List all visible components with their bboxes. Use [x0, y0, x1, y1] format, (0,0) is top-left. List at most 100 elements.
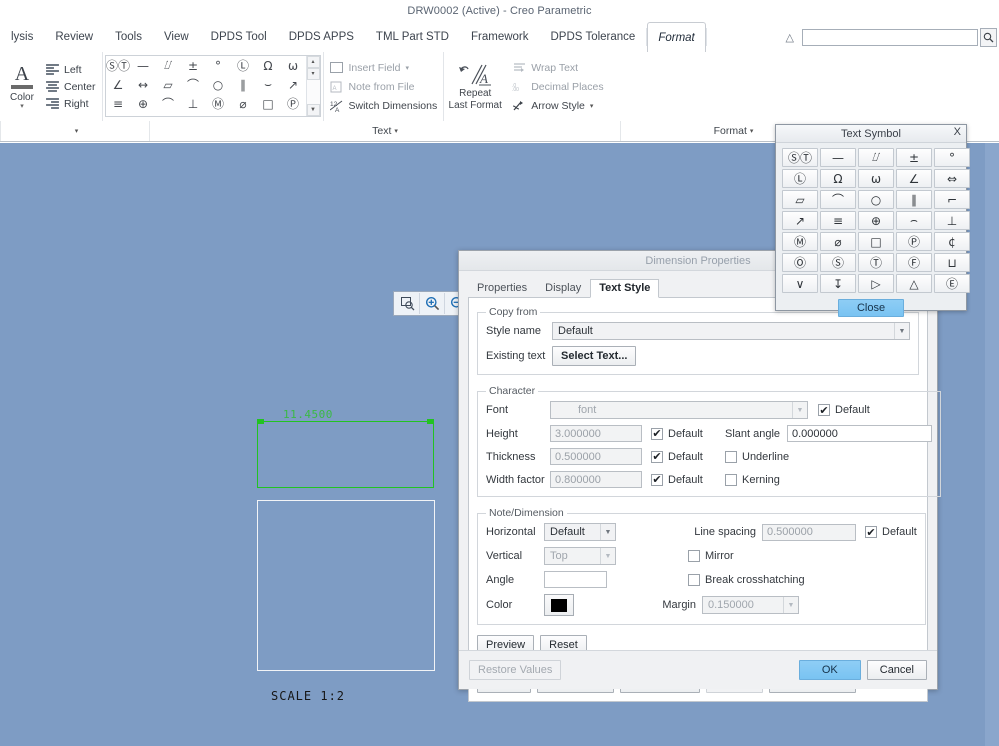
scroll-track[interactable]	[307, 80, 320, 104]
line-spacing-input[interactable]	[762, 524, 856, 541]
symbol-arc[interactable]: ⌒	[820, 190, 856, 209]
chevron-down-icon[interactable]: ▼	[792, 402, 807, 418]
symbol-circled-f[interactable]: Ⓕ	[896, 253, 932, 272]
symbol-circled-s[interactable]: Ⓢ	[820, 253, 856, 272]
ribbon-symbol-14[interactable]: ⌣	[256, 75, 281, 94]
chevron-down-icon[interactable]: ▾	[394, 127, 398, 135]
ribbon-symbol-20[interactable]: Ⓜ	[206, 94, 231, 113]
ribbon-symbol-19[interactable]: ⊥	[181, 94, 206, 113]
symbol-parallelogram[interactable]: ▱	[782, 190, 818, 209]
height-input[interactable]	[550, 425, 642, 442]
group-caption-text[interactable]: Text ▾	[149, 121, 620, 141]
line-spacing-default-checkbox[interactable]: ✔ Default	[865, 526, 917, 538]
symbol-counterbore[interactable]: ⌐	[934, 190, 970, 209]
symbol-circled-o[interactable]: Ⓞ	[782, 253, 818, 272]
symbol-parallel[interactable]: ∥	[896, 190, 932, 209]
ok-button[interactable]: OK	[799, 660, 861, 680]
ribbon-symbol-9[interactable]: ↔	[131, 75, 156, 94]
color-swatch-button[interactable]	[544, 594, 574, 616]
symbol-double-arrow[interactable]: ⇔	[934, 169, 970, 188]
text-color-button[interactable]: A Color ▾	[0, 52, 44, 121]
width-factor-input[interactable]	[550, 471, 642, 488]
search-icon[interactable]	[980, 28, 997, 47]
ribbon-symbol-21[interactable]: ⌀	[231, 94, 256, 113]
ribbon-tab-tml-part-std[interactable]: TML Part STD	[365, 22, 460, 52]
tab-properties[interactable]: Properties	[468, 279, 536, 297]
ribbon-tab-dpds-apps[interactable]: DPDS APPS	[278, 22, 365, 52]
chevron-down-icon[interactable]: ▾	[405, 64, 409, 72]
symbol-slope[interactable]: ⌰	[858, 148, 894, 167]
symbol-omega[interactable]: Ω	[820, 169, 856, 188]
ribbon-tab-dpds-tolerance[interactable]: DPDS Tolerance	[540, 22, 647, 52]
search-input[interactable]	[802, 29, 978, 46]
symbol-scrollbar[interactable]: ▴ ▾ ▼	[306, 56, 320, 116]
scroll-up-icon[interactable]: ▴	[307, 56, 320, 68]
ribbon-symbol-16[interactable]: ≡	[106, 94, 131, 113]
symbol-circled-e[interactable]: Ⓔ	[934, 274, 970, 293]
symbol-circle[interactable]: ○	[858, 190, 894, 209]
symbol-depth-arrow[interactable]: ↧	[820, 274, 856, 293]
ribbon-tab-review[interactable]: Review	[44, 22, 104, 52]
underline-checkbox[interactable]: Underline	[725, 451, 789, 463]
chevron-down-icon[interactable]: ▼	[600, 548, 615, 564]
chevron-down-icon[interactable]: ▼	[600, 524, 615, 540]
tab-text-style[interactable]: Text Style	[590, 279, 659, 298]
note-from-file-button[interactable]: A Note from File	[330, 80, 438, 93]
symbol-dash[interactable]: —	[820, 148, 856, 167]
symbol-flag-filled[interactable]: ▷	[858, 274, 894, 293]
symbol-square[interactable]: □	[858, 232, 894, 251]
restore-values-button[interactable]: Restore Values	[469, 660, 561, 680]
symbol-position[interactable]: ⊕	[858, 211, 894, 230]
symbol-flatness[interactable]: ≡	[820, 211, 856, 230]
mirror-checkbox[interactable]: Mirror	[688, 550, 734, 562]
ribbon-symbol-1[interactable]: —	[131, 56, 156, 75]
ribbon-tab-view[interactable]: View	[153, 22, 200, 52]
symbol-circled-l[interactable]: Ⓛ	[782, 169, 818, 188]
slant-angle-input[interactable]	[787, 425, 932, 442]
margin-select[interactable]: 0.150000 ▼	[702, 596, 799, 614]
ribbon-symbol-2[interactable]: ⌰	[156, 56, 181, 75]
ribbon-symbol-5[interactable]: Ⓛ	[231, 56, 256, 75]
kerning-checkbox[interactable]: Kerning	[725, 474, 780, 486]
symbol-taper[interactable]: △	[896, 274, 932, 293]
width-factor-default-checkbox[interactable]: ✔ Default	[651, 474, 725, 486]
height-default-checkbox[interactable]: ✔ Default	[651, 428, 725, 440]
ribbon-tab-format[interactable]: Format	[647, 22, 705, 53]
dimension-value-text[interactable]: 11.4500	[283, 408, 333, 421]
decimal-places-button[interactable]: .0 .00 Decimal Places	[512, 80, 603, 93]
wrap-text-button[interactable]: Wrap Text	[512, 61, 603, 74]
ribbon-symbol-17[interactable]: ⊕	[131, 94, 156, 113]
symbol-countersink[interactable]: ∨	[782, 274, 818, 293]
ribbon-symbol-6[interactable]: Ω	[256, 56, 281, 75]
style-name-select[interactable]: Default ▼	[552, 322, 910, 340]
symbol-profile-arc[interactable]: ⌢	[896, 211, 932, 230]
ribbon-symbol-7[interactable]: ω	[281, 56, 306, 75]
close-button[interactable]: Close	[838, 299, 904, 317]
symbol-angle[interactable]: ∠	[896, 169, 932, 188]
repeat-last-format-button[interactable]: A Repeat Last Format	[444, 52, 506, 121]
ribbon-symbol-3[interactable]: ±	[181, 56, 206, 75]
ribbon-symbol-12[interactable]: ○	[206, 75, 231, 94]
align-left-button[interactable]: Left	[46, 64, 96, 76]
ribbon-symbol-23[interactable]: Ⓟ	[281, 94, 306, 113]
chevron-down-icon[interactable]: ▼	[783, 597, 798, 613]
thickness-default-checkbox[interactable]: ✔ Default	[651, 451, 725, 463]
chevron-up-icon[interactable]: △	[786, 31, 794, 44]
ribbon-symbol-10[interactable]: ▱	[156, 75, 181, 94]
select-text-button[interactable]: Select Text...	[552, 346, 636, 366]
symbol-circled-m[interactable]: Ⓜ	[782, 232, 818, 251]
tab-display[interactable]: Display	[536, 279, 590, 297]
ribbon-symbol-11[interactable]: ⌒	[181, 75, 206, 94]
symbol-arrow-up-right[interactable]: ↗	[782, 211, 818, 230]
ribbon-tab-tools[interactable]: Tools	[104, 22, 153, 52]
scroll-mid-icon[interactable]: ▾	[307, 68, 320, 80]
ribbon-tab-analysis[interactable]: lysis	[0, 22, 44, 52]
close-icon[interactable]: X	[954, 126, 961, 138]
drawing-view-outline[interactable]	[257, 500, 435, 671]
break-crosshatching-checkbox[interactable]: Break crosshatching	[688, 574, 805, 586]
vertical-select[interactable]: Top ▼	[544, 547, 616, 565]
group-caption-style[interactable]: ▾	[0, 121, 149, 141]
insert-field-button[interactable]: Insert Field ▾	[330, 61, 438, 74]
symbol-centerline[interactable]: ¢	[934, 232, 970, 251]
symbol-st[interactable]: ⓈⓉ	[782, 148, 818, 167]
